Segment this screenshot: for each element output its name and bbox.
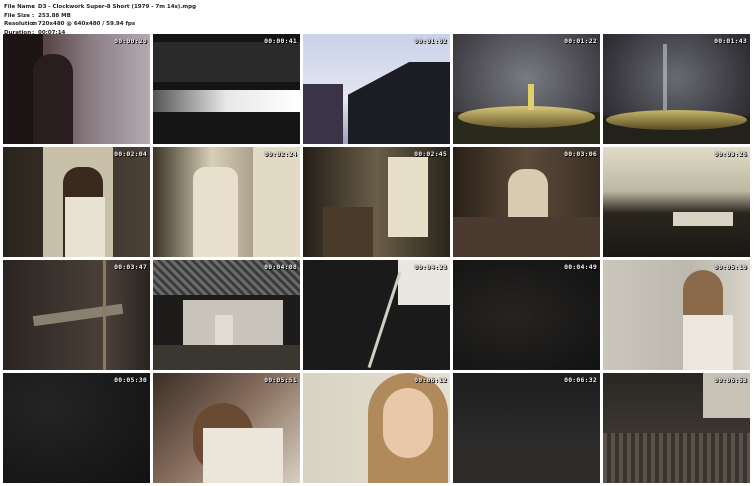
- timestamp: 00:04:08: [264, 263, 297, 271]
- timestamp: 00:06:12: [414, 376, 447, 384]
- timestamp: 00:02:04: [114, 150, 147, 158]
- timestamp: 00:04:49: [564, 263, 597, 271]
- thumbnail[interactable]: 00:05:51: [153, 373, 300, 483]
- timestamp: 00:00:20: [114, 37, 147, 45]
- thumbnail[interactable]: 00:03:26: [603, 147, 750, 257]
- file-size-row: File Size : 253.88 MB: [4, 12, 196, 21]
- timestamp: 00:02:45: [414, 150, 447, 158]
- timestamp: 00:06:32: [564, 376, 597, 384]
- timestamp: 00:03:06: [564, 150, 597, 158]
- resolution-label: Resolution: [4, 21, 38, 28]
- thumbnail[interactable]: 00:03:47: [3, 260, 150, 370]
- timestamp: 00:01:43: [714, 37, 747, 45]
- file-size-value: 253.88 MB: [38, 12, 71, 19]
- thumbnail[interactable]: 00:05:30: [3, 373, 150, 483]
- timestamp: 00:06:53: [714, 376, 747, 384]
- thumbnail[interactable]: 00:04:49: [453, 260, 600, 370]
- resolution-value: 720x480 @ 640x480 / 59.94 fps: [38, 21, 136, 28]
- file-info-header: File Name : D3 - Clockwork Super-8 Short…: [4, 3, 196, 37]
- timestamp: 00:05:30: [114, 376, 147, 384]
- thumbnail[interactable]: 00:06:53: [603, 373, 750, 483]
- thumbnail[interactable]: 00:02:45: [303, 147, 450, 257]
- thumbnail[interactable]: 00:06:32: [453, 373, 600, 483]
- thumbnail[interactable]: 00:04:08: [153, 260, 300, 370]
- file-name-value: D3 - Clockwork Super-8 Short (1979 - 7m …: [38, 4, 197, 10]
- thumbnail[interactable]: 00:04:28: [303, 260, 450, 370]
- thumbnail[interactable]: 00:02:04: [3, 147, 150, 257]
- resolution-row: Resolution : 720x480 @ 640x480 / 59.94 f…: [4, 20, 196, 29]
- timestamp: 00:01:22: [564, 37, 597, 45]
- file-name-row: File Name : D3 - Clockwork Super-8 Short…: [4, 3, 196, 12]
- timestamp: 00:05:51: [264, 376, 297, 384]
- thumbnail[interactable]: 00:01:43: [603, 34, 750, 144]
- timestamp: 00:03:26: [714, 150, 747, 158]
- thumbnail[interactable]: 00:03:06: [453, 147, 600, 257]
- file-size-label: File Size: [4, 12, 30, 19]
- thumbnail[interactable]: 00:01:22: [453, 34, 600, 144]
- thumbnail[interactable]: 00:00:41: [153, 34, 300, 144]
- thumbnail[interactable]: 00:05:10: [603, 260, 750, 370]
- thumbnail[interactable]: 00:06:12: [303, 373, 450, 483]
- thumbnail[interactable]: 00:01:02: [303, 34, 450, 144]
- timestamp: 00:01:02: [414, 37, 447, 45]
- timestamp: 00:04:28: [414, 263, 447, 271]
- timestamp: 00:02:24: [264, 150, 297, 158]
- timestamp: 00:03:47: [114, 263, 147, 271]
- thumbnail[interactable]: 00:02:24: [153, 147, 300, 257]
- file-name-label: File Name: [4, 4, 35, 10]
- thumbnail-grid: 00:00:20 00:00:41 00:01:02 00:01:22 00:0…: [3, 34, 750, 483]
- timestamp: 00:05:10: [714, 263, 747, 271]
- thumbnail[interactable]: 00:00:20: [3, 34, 150, 144]
- timestamp: 00:00:41: [264, 37, 297, 45]
